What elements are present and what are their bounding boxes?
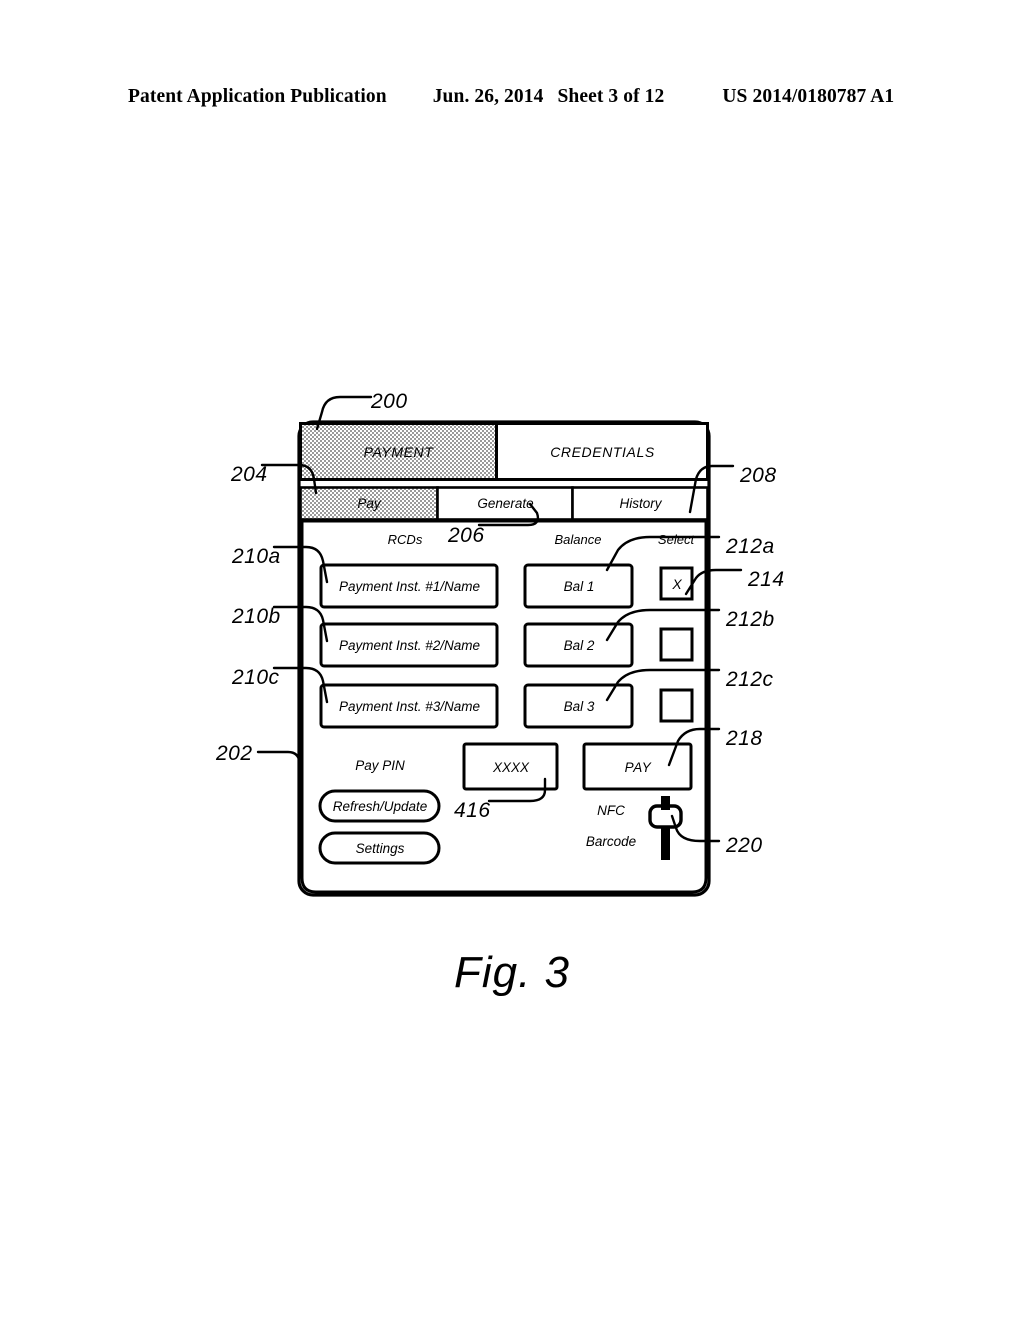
select-checkbox-label-2[interactable] [661,629,693,661]
figure-3: PAYMENT CREDENTIALS Pay Generate History… [0,0,1024,1320]
instrument-field-1[interactable]: Payment Inst. #1/Name [321,565,498,608]
ref-numeral-220: 220 [726,834,763,857]
column-header-rcds: RCDs [387,531,423,547]
ref-numeral-204: 204 [231,463,268,486]
pay-button[interactable]: PAY [584,744,692,790]
subtab-history[interactable]: History [573,487,708,520]
pay-pin-label: Pay PIN [355,757,405,773]
leader-202 [256,750,302,784]
balance-field-2: Bal 2 [563,638,595,653]
tab-payment-label: PAYMENT [363,443,434,460]
select-checkbox-label-3[interactable] [661,690,693,722]
ref-numeral-208: 208 [740,464,777,487]
ref-numeral-212a: 212a [726,535,775,558]
tab-credentials[interactable]: CREDENTIALS [497,423,708,480]
ref-numeral-210a: 210a [232,545,281,568]
ref-numeral-212c: 212c [726,668,774,691]
tab-credentials-label: CREDENTIALS [550,443,655,460]
settings-button[interactable]: Settings [320,833,440,864]
subtab-pay[interactable]: Pay [300,487,438,520]
ref-numeral-210b: 210b [232,605,281,628]
instrument-field-2[interactable]: Payment Inst. #2/Name [321,624,498,667]
subtab-history-label: History [619,496,662,511]
tab-payment[interactable]: PAYMENT [300,423,497,480]
ref-numeral-416: 416 [454,799,491,822]
mode-switch-stem [661,796,670,810]
ref-numeral-200: 200 [371,390,408,413]
refresh-update-button[interactable]: Refresh/Update [320,791,440,822]
column-header-balance: Balance [554,531,602,547]
column-header-select: Select [657,531,695,547]
subtab-pay-label: Pay [357,496,381,511]
barcode-mode-label[interactable]: Barcode [572,831,650,851]
balance-field-1: Bal 1 [563,579,595,594]
ref-numeral-206: 206 [448,524,485,547]
ref-numeral-212b: 212b [726,608,775,631]
instrument-field-3[interactable]: Payment Inst. #3/Name [321,685,498,728]
subtab-generate[interactable]: Generate [438,487,573,520]
balance-field-3: Bal 3 [563,699,595,714]
subtab-generate-label: Generate [477,496,534,511]
ref-numeral-218: 218 [726,727,763,750]
pay-pin-input[interactable]: XXXX [464,744,558,790]
ref-numeral-214: 214 [748,568,785,591]
ref-numeral-202: 202 [216,742,253,765]
select-checkbox-label-1[interactable]: X [661,568,693,600]
ref-numeral-210c: 210c [232,666,280,689]
figure-caption: Fig. 3 [453,948,571,997]
nfc-mode-label[interactable]: NFC [578,800,644,820]
